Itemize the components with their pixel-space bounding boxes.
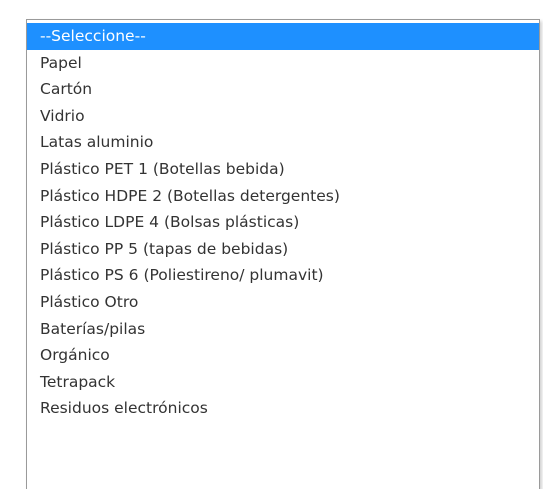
- option-baterias-pilas[interactable]: Baterías/pilas: [27, 316, 539, 343]
- option-plastico-ps-6[interactable]: Plástico PS 6 (Poliestireno/ plumavit): [27, 262, 539, 289]
- option-plastico-hdpe-2[interactable]: Plástico HDPE 2 (Botellas detergentes): [27, 183, 539, 210]
- option-seleccione[interactable]: --Seleccione--: [27, 23, 539, 50]
- option-latas-aluminio[interactable]: Latas aluminio: [27, 129, 539, 156]
- option-residuos-electronicos[interactable]: Residuos electrónicos: [27, 395, 539, 422]
- option-plastico-pp-5[interactable]: Plástico PP 5 (tapas de bebidas): [27, 236, 539, 263]
- material-dropdown-list[interactable]: --Seleccione-- Papel Cartón Vidrio Latas…: [26, 19, 540, 489]
- option-organico[interactable]: Orgánico: [27, 342, 539, 369]
- option-plastico-otro[interactable]: Plástico Otro: [27, 289, 539, 316]
- option-tetrapack[interactable]: Tetrapack: [27, 369, 539, 396]
- option-plastico-pet-1[interactable]: Plástico PET 1 (Botellas bebida): [27, 156, 539, 183]
- screen: --Seleccione-- Papel Cartón Vidrio Latas…: [0, 0, 543, 489]
- option-papel[interactable]: Papel: [27, 50, 539, 77]
- option-vidrio[interactable]: Vidrio: [27, 103, 539, 130]
- option-carton[interactable]: Cartón: [27, 76, 539, 103]
- option-plastico-ldpe-4[interactable]: Plástico LDPE 4 (Bolsas plásticas): [27, 209, 539, 236]
